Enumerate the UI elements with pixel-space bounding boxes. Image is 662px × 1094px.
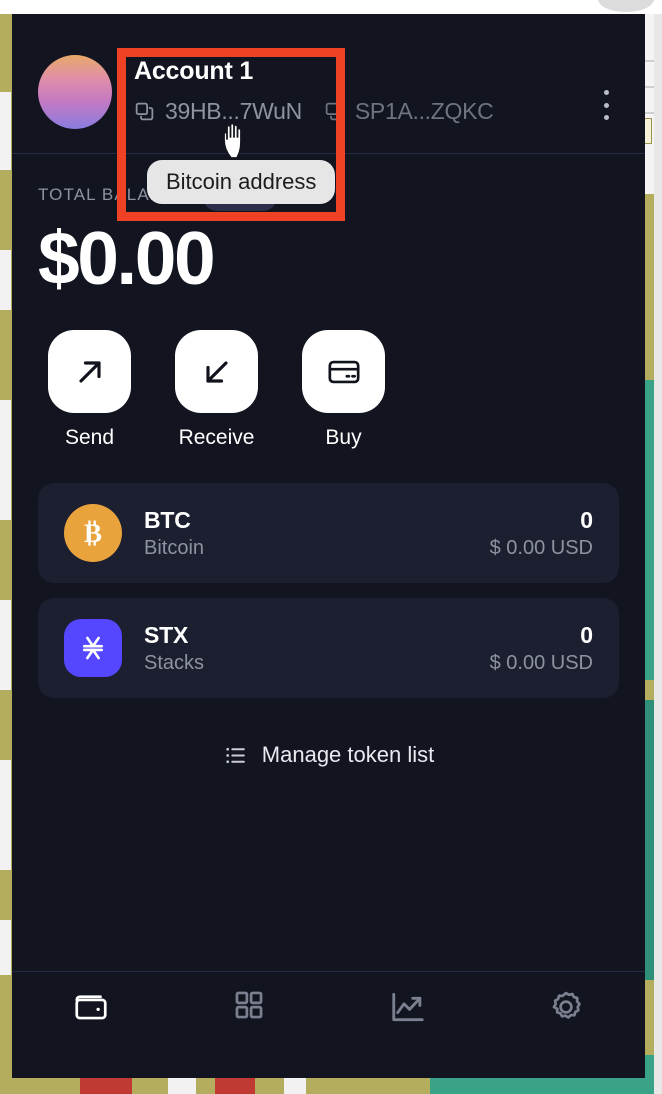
kebab-dot [603,102,609,108]
kebab-dot [603,115,609,120]
token-fullname: Stacks [144,651,205,674]
avatar[interactable] [38,55,112,129]
backdrop-shape [0,920,11,975]
token-values: 0 $ 0.00 USD [490,507,593,560]
bitcoin-glyph: B [84,518,102,548]
list-icon [226,747,245,763]
actions-row: Send Receive Buy [12,300,645,450]
browser-chrome-strip [0,0,662,14]
stacks-icon [64,619,122,677]
token-values: 0 $ 0.00 USD [490,622,593,675]
token-fiat-value: $ 0.00 USD [489,536,593,559]
buy-button-label: Buy [325,426,362,449]
send-button-label: Send [64,426,115,449]
send-button-circle [48,330,131,413]
address-tooltip: Bitcoin address [147,160,336,204]
buy-button-circle [302,330,385,413]
kebab-menu-icon[interactable] [593,86,619,124]
svg-text:B: B [84,518,102,548]
nav-item-activity[interactable] [329,988,487,1026]
account-header: Account 1 39HB...7WuN SP1A...ZQKC [12,14,645,153]
mouse-cursor-pointing-hand [223,122,242,159]
wallet-popup-window: Account 1 39HB...7WuN SP1A...ZQKC TOTAL … [12,14,645,1078]
stacks-address-label: SP1A...ZQKC [354,98,494,124]
token-fiat-value: $ 0.00 USD [489,651,593,674]
buy-button[interactable]: Buy [302,330,385,450]
arrow-down-left-icon [205,360,228,383]
stacks-glyph [82,636,104,660]
balance-amount: $0.00 [38,216,216,300]
token-amount: 0 [580,621,593,648]
gear-icon [552,991,581,1019]
receive-button-label: Receive [178,426,255,449]
copy-icon [135,102,154,121]
page-scrollbar[interactable] [654,14,662,1094]
copy-icon [325,102,344,121]
backdrop-shape [0,250,11,310]
bitcoin-address-chip[interactable]: 39HB...7WuN [134,98,302,125]
send-button[interactable]: Send [48,330,131,450]
manage-token-list-button[interactable]: Manage token list [12,742,645,768]
nav-item-settings[interactable] [487,988,645,1026]
token-names: BTC Bitcoin [144,507,204,560]
backdrop-shape [0,400,11,520]
backdrop-shape [0,600,11,690]
token-names: STX Stacks [144,622,204,675]
token-symbol: BTC [144,506,191,533]
address-row: 39HB...7WuN SP1A...ZQKC [134,98,494,125]
token-fullname: Bitcoin [144,536,205,559]
grid-apps-icon [235,991,263,1019]
page-title: Account 1 [134,57,254,85]
receive-button-circle [175,330,258,413]
token-row-btc[interactable]: B BTC Bitcoin 0 $ 0.00 USD [38,483,619,583]
receive-button[interactable]: Receive [175,330,258,450]
token-amount: 0 [580,506,593,533]
chart-trend-icon [391,992,424,1022]
token-list: B BTC Bitcoin 0 $ 0.00 USD STX Stacks 0 … [12,450,645,698]
kebab-dot [603,90,609,95]
token-symbol: STX [144,621,189,648]
backdrop-shape [0,92,11,170]
bitcoin-icon: B [64,504,122,562]
backdrop-shape [0,760,11,870]
arrow-up-right-icon [78,360,101,383]
nav-item-apps[interactable] [170,988,328,1022]
bottom-nav [12,972,645,1078]
credit-card-icon [327,360,360,383]
manage-token-list-label: Manage token list [261,742,435,767]
token-row-stx[interactable]: STX Stacks 0 $ 0.00 USD [38,598,619,698]
stacks-address-chip[interactable]: SP1A...ZQKC [324,98,494,125]
nav-item-wallet[interactable] [12,988,170,1026]
wallet-icon [75,995,107,1020]
